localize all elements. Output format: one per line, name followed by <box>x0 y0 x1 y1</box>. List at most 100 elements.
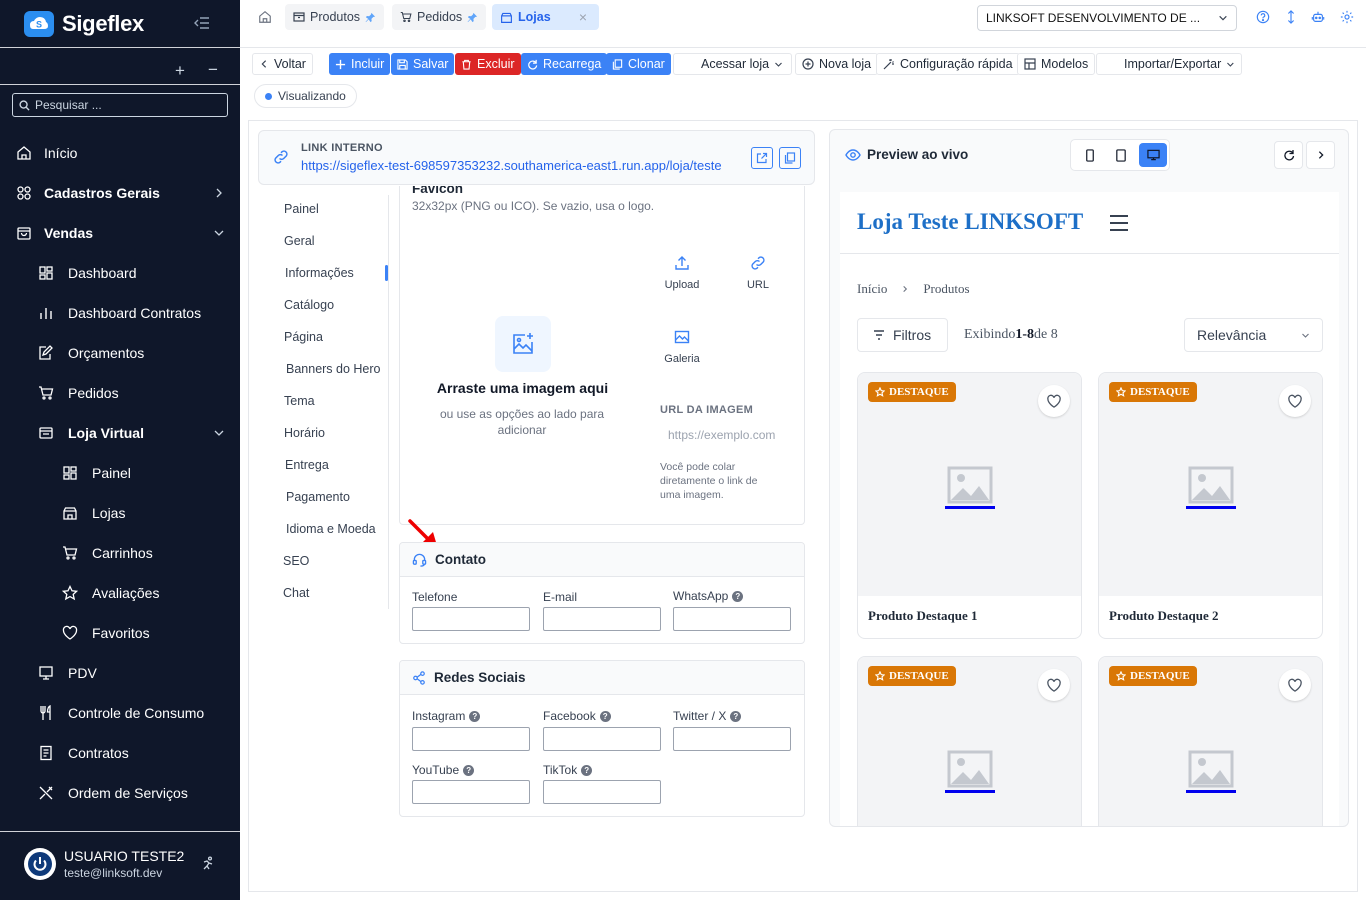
sidebar-item-pdv[interactable]: PDV <box>0 653 240 693</box>
sort-select[interactable]: Relevância <box>1184 318 1323 352</box>
subnav-item[interactable]: Chat <box>258 577 388 609</box>
url-label: URL <box>746 279 769 291</box>
help-icon[interactable] <box>1256 10 1270 24</box>
excluir-button[interactable]: Excluir <box>455 53 521 75</box>
configuracao-rapida-button[interactable]: Configuração rápida <box>876 53 1020 75</box>
acessar-loja-dropdown[interactable]: Acessar loja <box>673 53 792 75</box>
help-icon[interactable]: ? <box>581 764 593 776</box>
nova-loja-label: Nova loja <box>819 57 872 71</box>
menu-hamburger-icon[interactable] <box>1109 214 1129 232</box>
refresh-preview-button[interactable] <box>1274 141 1303 169</box>
email-input[interactable] <box>543 607 661 631</box>
sidebar-item-contratos[interactable]: Contratos <box>0 733 240 773</box>
sidebar-item-loja-virtual[interactable]: Loja Virtual <box>0 413 240 453</box>
telefone-input[interactable] <box>412 607 530 631</box>
pin-icon[interactable] <box>365 12 376 23</box>
url-imagem-input[interactable]: https://exemplo.com <box>660 422 785 448</box>
robot-icon[interactable] <box>1311 10 1325 24</box>
incluir-button[interactable]: Incluir <box>329 53 391 75</box>
twitter-input[interactable] <box>673 727 791 751</box>
product-card[interactable]: DESTAQUE <box>857 656 1082 826</box>
tab-produtos[interactable]: Produtos <box>285 4 385 30</box>
subnav-item[interactable]: Painel <box>258 193 388 225</box>
subnav-item[interactable]: Tema <box>258 385 388 417</box>
subnav-item[interactable]: Banners do Hero <box>258 353 388 385</box>
close-tab-icon[interactable]: × <box>579 9 587 25</box>
sidebar-item-carrinhos[interactable]: Carrinhos <box>0 533 240 573</box>
favorite-button[interactable] <box>1279 669 1311 701</box>
url-button[interactable]: URL <box>734 255 782 291</box>
subnav-item-active[interactable]: Informações <box>258 257 388 289</box>
sidebar-item-controle-consumo[interactable]: Controle de Consumo <box>0 693 240 733</box>
company-select[interactable]: LINKSOFT DESENVOLVIMENTO DE ... <box>977 5 1237 31</box>
clonar-button[interactable]: Clonar <box>606 53 671 75</box>
help-icon[interactable]: ? <box>599 710 611 722</box>
sidebar-item-dashboard[interactable]: Dashboard <box>0 253 240 293</box>
product-card[interactable]: DESTAQUE Produto Destaque 1 <box>857 372 1082 639</box>
collapse-sidebar-icon[interactable] <box>194 16 210 30</box>
help-icon[interactable]: ? <box>732 590 744 602</box>
sidebar-item-orcamentos[interactable]: Orçamentos <box>0 333 240 373</box>
help-icon[interactable]: ? <box>463 764 475 776</box>
subnav-item[interactable]: Pagamento <box>258 481 388 513</box>
expand-all-icon[interactable]: + <box>175 61 185 81</box>
sidebar-item-painel[interactable]: Painel <box>0 453 240 493</box>
sidebar-item-cadastros-gerais[interactable]: Cadastros Gerais <box>0 173 240 213</box>
dashboard-icon <box>39 266 53 280</box>
filtros-button[interactable]: Filtros <box>857 318 948 352</box>
logout-run-icon[interactable] <box>200 856 216 872</box>
sidebar-item-ordem-servicos[interactable]: Ordem de Serviços <box>0 773 240 813</box>
tab-pedidos[interactable]: Pedidos <box>392 4 487 30</box>
instagram-input[interactable] <box>412 727 530 751</box>
upload-button[interactable]: Upload <box>658 255 706 291</box>
nova-loja-button[interactable]: Nova loja <box>795 53 879 75</box>
next-preview-button[interactable] <box>1306 141 1335 169</box>
recarrega-button[interactable]: Recarrega <box>521 53 608 75</box>
collapse-all-icon[interactable]: − <box>208 60 218 80</box>
youtube-input[interactable] <box>412 780 530 804</box>
sidebar-item-dashboard-contratos[interactable]: Dashboard Contratos <box>0 293 240 333</box>
sidebar-search-input[interactable]: Pesquisar ... <box>12 93 228 117</box>
modelos-button[interactable]: Modelos <box>1017 53 1096 75</box>
copy-link-button[interactable] <box>779 147 801 169</box>
importar-exportar-dropdown[interactable]: Importar/Exportar <box>1096 53 1242 75</box>
breadcrumb-home[interactable]: Início <box>857 281 887 297</box>
facebook-input[interactable] <box>543 727 661 751</box>
sidebar-item-inicio[interactable]: Início <box>0 133 240 173</box>
open-external-button[interactable] <box>751 147 773 169</box>
user-profile[interactable]: USUARIO TESTE2 teste@linksoft.dev <box>24 848 184 880</box>
salvar-button[interactable]: Salvar <box>391 53 455 75</box>
whatsapp-input[interactable] <box>673 607 791 631</box>
subnav-item[interactable]: SEO <box>258 545 388 577</box>
sidebar-item-vendas[interactable]: Vendas <box>0 213 240 253</box>
desktop-view-button[interactable] <box>1139 143 1167 167</box>
subnav-item[interactable]: Geral <box>258 225 388 257</box>
sidebar-item-pedidos[interactable]: Pedidos <box>0 373 240 413</box>
subnav-item[interactable]: Catálogo <box>258 289 388 321</box>
product-card[interactable]: DESTAQUE Produto Destaque 2 <box>1098 372 1323 639</box>
favorite-button[interactable] <box>1038 385 1070 417</box>
galeria-button[interactable]: Galeria <box>658 329 706 365</box>
sort-vertical-icon[interactable] <box>1284 10 1298 24</box>
favorite-button[interactable] <box>1279 385 1311 417</box>
subnav-item[interactable]: Entrega <box>258 449 388 481</box>
tab-lojas[interactable]: Lojas × <box>492 4 599 30</box>
pin-icon[interactable] <box>467 12 478 23</box>
voltar-button[interactable]: Voltar <box>252 53 313 75</box>
favorite-button[interactable] <box>1038 669 1070 701</box>
tablet-icon[interactable] <box>1115 149 1127 162</box>
subnav-item[interactable]: Horário <box>258 417 388 449</box>
sidebar-item-lojas[interactable]: Lojas <box>0 493 240 533</box>
sidebar-item-avaliacoes[interactable]: Avaliações <box>0 573 240 613</box>
sidebar-item-favoritos[interactable]: Favoritos <box>0 613 240 653</box>
subnav-item[interactable]: Idioma e Moeda <box>258 513 388 545</box>
mobile-icon[interactable] <box>1084 149 1096 162</box>
product-card[interactable]: DESTAQUE <box>1098 656 1323 826</box>
link-interno-url[interactable]: https://sigeflex-test-698597353232.south… <box>301 158 722 173</box>
help-icon[interactable]: ? <box>469 710 481 722</box>
home-icon[interactable] <box>258 10 272 24</box>
subnav-item[interactable]: Página <box>258 321 388 353</box>
tiktok-input[interactable] <box>543 780 661 804</box>
help-icon[interactable]: ? <box>730 710 742 722</box>
settings-icon[interactable] <box>1340 10 1354 24</box>
